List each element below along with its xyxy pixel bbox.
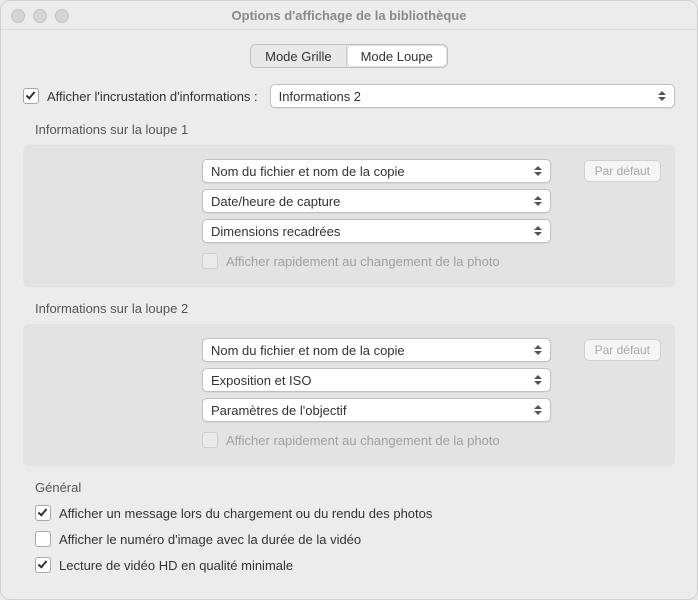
titlebar: Options d'affichage de la bibliothèque — [1, 1, 697, 30]
loupe2-field3-value: Paramètres de l'objectif — [211, 403, 346, 418]
loupe1-default-button[interactable]: Par défaut — [584, 160, 661, 182]
loupe1-field2-select[interactable]: Date/heure de capture — [202, 189, 551, 213]
loupe1-field3-value: Dimensions recadrées — [211, 224, 340, 239]
general-opt2-checkbox[interactable] — [35, 531, 51, 547]
library-view-options-window: Options d'affichage de la bibliothèque M… — [0, 0, 698, 600]
tab-loupe[interactable]: Mode Loupe — [347, 45, 447, 67]
chevron-up-down-icon — [534, 402, 546, 418]
loupe2-default-button[interactable]: Par défaut — [584, 339, 661, 361]
loupe1-field1-value: Nom du fichier et nom de la copie — [211, 164, 405, 179]
general-opt1-checkbox[interactable] — [35, 505, 51, 521]
loupe2-briefly-label: Afficher rapidement au changement de la … — [226, 433, 500, 448]
traffic-lights — [11, 9, 69, 23]
zoom-icon[interactable] — [55, 9, 69, 23]
info-overlay-select-value: Informations 2 — [279, 89, 361, 104]
loupe1-briefly-checkbox[interactable] — [202, 253, 218, 269]
tab-grid[interactable]: Mode Grille — [251, 45, 346, 67]
loupe2-title: Informations sur la loupe 2 — [35, 301, 675, 316]
chevron-up-down-icon — [534, 163, 546, 179]
general-opt2-label: Afficher le numéro d'image avec la durée… — [59, 532, 361, 547]
view-mode-tabs: Mode Grille Mode Loupe — [250, 44, 448, 68]
general-opt1-label: Afficher un message lors du chargement o… — [59, 506, 432, 521]
close-icon[interactable] — [11, 9, 25, 23]
chevron-up-down-icon — [534, 372, 546, 388]
loupe2-field1-select[interactable]: Nom du fichier et nom de la copie — [202, 338, 551, 362]
loupe2-field1-value: Nom du fichier et nom de la copie — [211, 343, 405, 358]
loupe1-field1-select[interactable]: Nom du fichier et nom de la copie — [202, 159, 551, 183]
loupe2-field2-value: Exposition et ISO — [211, 373, 311, 388]
show-info-overlay-label: Afficher l'incrustation d'informations : — [47, 89, 258, 104]
chevron-up-down-icon — [658, 88, 670, 104]
content-area: Mode Grille Mode Loupe Afficher l'incrus… — [1, 30, 697, 597]
loupe2-field2-select[interactable]: Exposition et ISO — [202, 368, 551, 392]
chevron-up-down-icon — [534, 193, 546, 209]
show-info-overlay-checkbox[interactable] — [23, 88, 39, 104]
loupe2-field3-select[interactable]: Paramètres de l'objectif — [202, 398, 551, 422]
loupe1-title: Informations sur la loupe 1 — [35, 122, 675, 137]
loupe1-briefly-label: Afficher rapidement au changement de la … — [226, 254, 500, 269]
general-section: Général Afficher un message lors du char… — [23, 480, 675, 573]
loupe1-field3-select[interactable]: Dimensions recadrées — [202, 219, 551, 243]
loupe1-field2-value: Date/heure de capture — [211, 194, 340, 209]
general-opt3-label: Lecture de vidéo HD en qualité minimale — [59, 558, 293, 573]
chevron-up-down-icon — [534, 223, 546, 239]
chevron-up-down-icon — [534, 342, 546, 358]
general-title: Général — [35, 480, 675, 495]
info-overlay-row: Afficher l'incrustation d'informations :… — [23, 84, 675, 108]
loupe2-briefly-checkbox[interactable] — [202, 432, 218, 448]
minimize-icon[interactable] — [33, 9, 47, 23]
loupe2-group: Nom du fichier et nom de la copie Par dé… — [23, 324, 675, 466]
loupe1-group: Nom du fichier et nom de la copie Par dé… — [23, 145, 675, 287]
window-title: Options d'affichage de la bibliothèque — [1, 8, 697, 23]
info-overlay-select[interactable]: Informations 2 — [270, 84, 675, 108]
general-opt3-checkbox[interactable] — [35, 557, 51, 573]
